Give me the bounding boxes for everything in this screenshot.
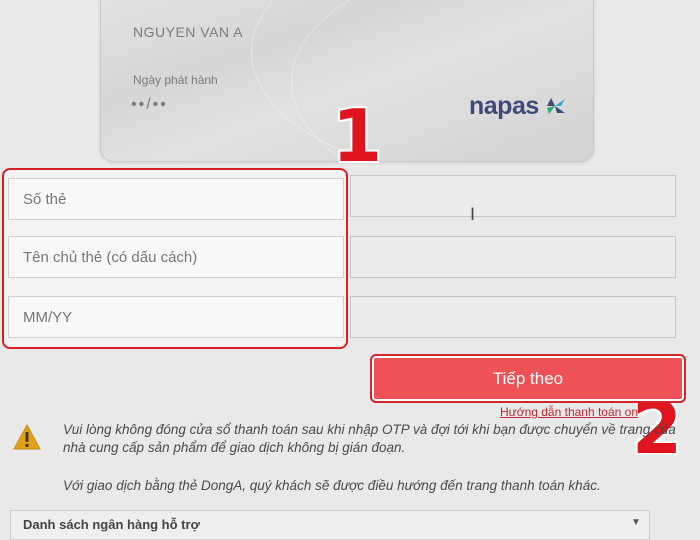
payment-notice: Vui lòng không đóng cửa sổ thanh toán sa… [63, 421, 688, 495]
next-button[interactable]: Tiếp theo [370, 354, 686, 403]
napas-star-icon [547, 98, 565, 114]
chevron-down-icon: ▼ [631, 517, 641, 528]
warning-icon [13, 423, 41, 450]
napas-logo-text: napas [469, 92, 539, 120]
bg-expiry-field [350, 296, 676, 338]
supported-banks-dropdown[interactable]: Danh sách ngân hàng hỗ trợ ▼ [10, 510, 650, 540]
issue-date-label: Ngày phát hành [133, 73, 218, 87]
notice-otp-text: Vui lòng không đóng cửa sổ thanh toán sa… [63, 422, 676, 455]
bg-card-holder-field [350, 236, 676, 278]
card-holder-input[interactable] [8, 236, 344, 278]
napas-logo: napas [469, 92, 565, 121]
issue-date-value: ••/•• [131, 96, 168, 113]
card-number-input[interactable] [8, 178, 344, 220]
card-holder-name: NGUYEN VAN A [133, 24, 243, 40]
step-marker-1: 1 [332, 94, 383, 178]
expiry-input[interactable] [8, 296, 344, 338]
payment-guide-link[interactable]: Hướng dẫn thanh toán on [500, 405, 638, 419]
bg-card-number-field [350, 175, 676, 217]
notice-donga-text: Với giao dịch bằng thẻ DongA, quý khách … [63, 478, 601, 493]
text-cursor-icon: I [470, 205, 476, 225]
